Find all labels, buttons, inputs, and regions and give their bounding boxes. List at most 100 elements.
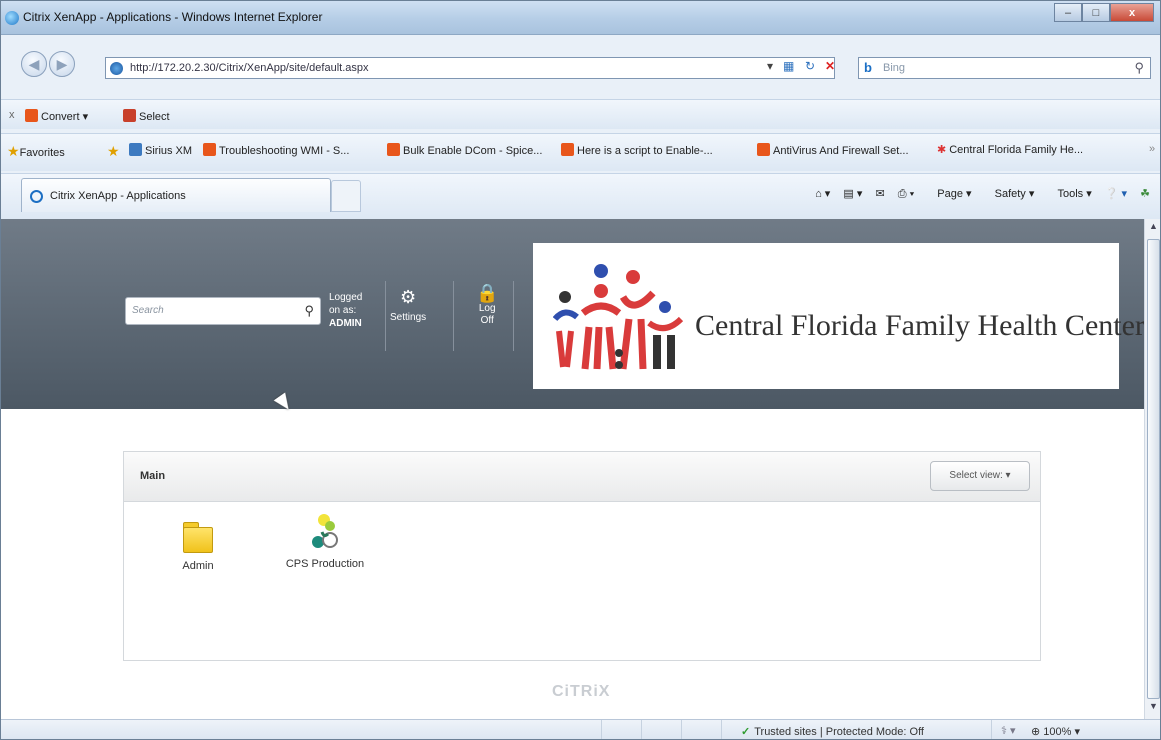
search-icon[interactable]: ⚲ <box>1134 60 1144 76</box>
settings-button[interactable]: ⚙ Settings <box>390 287 426 323</box>
favorite-link-script[interactable]: Here is a script to Enable-... <box>561 143 713 157</box>
mail-icon[interactable]: ✉ <box>875 188 884 200</box>
status-divider <box>641 720 642 739</box>
search-icon[interactable]: ⚲ <box>304 303 314 319</box>
select-button[interactable]: Select <box>123 109 170 123</box>
add-favorite-icon[interactable]: ★ <box>107 143 120 160</box>
citrix-logo: CiTRiX <box>552 683 611 700</box>
tab-page-icon <box>30 190 43 203</box>
organization-logo: Central Florida Family Health Center <box>533 243 1144 389</box>
search-box[interactable]: b Bing ⚲ <box>858 57 1151 79</box>
page-icon <box>110 62 123 75</box>
window-controls: – □ x <box>1054 3 1154 23</box>
forward-button[interactable]: ▶ <box>49 51 75 77</box>
maximize-button[interactable]: □ <box>1082 3 1110 22</box>
address-url: http://172.20.2.30/Citrix/XenApp/site/de… <box>130 62 369 74</box>
print-icon[interactable]: ⎙ ▾ <box>898 188 914 200</box>
logoff-button[interactable]: 🔒 Log Off <box>476 284 498 327</box>
favorite-label: Bulk Enable DCom - Spice... <box>403 145 543 157</box>
protected-mode-icon[interactable]: ⚕ ▾ <box>1001 724 1016 737</box>
sirius-icon <box>129 143 142 156</box>
address-bar[interactable]: http://172.20.2.30/Citrix/XenApp/site/de… <box>105 57 835 79</box>
home-icon[interactable]: ⌂ ▾ <box>815 188 830 200</box>
zoom-control[interactable]: ⊕ 100% ▾ <box>1031 725 1080 738</box>
address-row: ◀ ▶ http://172.20.2.30/Citrix/XenApp/sit… <box>1 39 1160 95</box>
favorite-link-wmi[interactable]: Troubleshooting WMI - S... <box>203 143 349 157</box>
tab-citrix-applications[interactable]: Citrix XenApp - Applications <box>21 178 331 212</box>
spiceworks-icon <box>203 143 216 156</box>
applications-header: Main Select view: ▾ <box>124 452 1040 502</box>
favorite-label: AntiVirus And Firewall Set... <box>773 145 909 157</box>
logged-line2: on as: <box>329 305 357 316</box>
title-bar: Citrix XenApp - Applications - Windows I… <box>1 1 1160 35</box>
minimize-button[interactable]: – <box>1054 3 1082 22</box>
pdf-toolbar: x Convert ▾ Select <box>1 99 1160 129</box>
favorite-link-antivirus[interactable]: AntiVirus And Firewall Set... <box>757 143 909 157</box>
family-logo-icon <box>553 264 684 370</box>
refresh-icon[interactable]: ↻ <box>805 59 815 73</box>
app-admin[interactable]: Admin <box>168 522 228 572</box>
zoom-icon: ⊕ <box>1031 726 1041 738</box>
favorite-link-sirius[interactable]: Sirius XM <box>129 143 192 157</box>
select-label: Select <box>139 111 170 123</box>
tools-menu[interactable]: Tools ▾ <box>1047 188 1091 200</box>
scroll-thumb[interactable] <box>1147 239 1160 699</box>
page-menu-label: Page <box>937 188 963 200</box>
browser-window: Citrix XenApp - Applications - Windows I… <box>0 0 1161 740</box>
feeds-icon[interactable]: ▤ ▾ <box>843 188 862 200</box>
scroll-up-icon[interactable]: ▲ <box>1146 221 1160 237</box>
favorite-link-cffhc[interactable]: ✱ Central Florida Family He... <box>937 143 1083 156</box>
favorite-label: Here is a script to Enable-... <box>577 145 713 157</box>
favorite-label: Sirius XM <box>145 145 193 157</box>
page-menu[interactable]: Page ▾ <box>927 188 971 200</box>
site-search-placeholder: Search <box>132 305 164 316</box>
app-cps-production[interactable]: CPS Production <box>282 514 368 570</box>
status-divider <box>991 720 992 739</box>
back-button[interactable]: ◀ <box>21 51 47 77</box>
logoff-line1: Log <box>478 303 496 314</box>
spiceworks-icon <box>757 143 770 156</box>
site-search-input[interactable]: Search ⚲ <box>125 297 321 325</box>
favorites-label: Favorites <box>19 147 65 159</box>
security-zone-label: Trusted sites | Protected Mode: Off <box>754 726 924 738</box>
compatibility-icon[interactable]: ▦ <box>783 59 794 73</box>
select-view-button[interactable]: Select view: ▾ <box>930 461 1030 491</box>
bing-icon: b <box>864 60 872 75</box>
zoom-level: 100% <box>1043 726 1072 738</box>
logged-line1: Logged <box>329 292 363 303</box>
tools-menu-label: Tools <box>1057 188 1084 200</box>
vertical-scrollbar[interactable]: ▲ ▼ <box>1144 219 1160 719</box>
username: ADMIN <box>329 318 362 329</box>
security-zone[interactable]: ✓ Trusted sites | Protected Mode: Off <box>741 725 924 738</box>
convert-label: Convert <box>41 111 80 123</box>
logoff-line2: Off <box>480 315 494 326</box>
favorite-label: Troubleshooting WMI - S... <box>219 145 350 157</box>
app-label: Admin <box>182 560 214 572</box>
check-icon: ✓ <box>741 726 751 738</box>
help-icon[interactable]: ❔ ▾ <box>1105 188 1127 200</box>
favorites-overflow-icon[interactable]: » <box>1149 143 1155 155</box>
stop-icon[interactable]: ✕ <box>825 59 835 73</box>
safety-menu[interactable]: Safety ▾ <box>985 188 1035 200</box>
search-placeholder: Bing <box>883 62 906 74</box>
scroll-down-icon[interactable]: ▼ <box>1146 701 1160 717</box>
cffhc-icon: ✱ <box>937 144 947 156</box>
convert-icon <box>25 109 38 122</box>
ie-icon <box>5 11 19 25</box>
toolbar-close-icon[interactable]: x <box>9 109 15 121</box>
spiceworks-icon <box>387 143 400 156</box>
folder-icon <box>183 522 213 553</box>
favorite-label: Central Florida Family He... <box>949 144 1084 156</box>
convert-button[interactable]: Convert ▾ <box>25 109 88 123</box>
safety-menu-label: Safety <box>994 188 1026 200</box>
header-divider <box>385 281 386 351</box>
favorites-button[interactable]: ★Favorites <box>7 143 65 160</box>
address-dropdown-icon[interactable]: ▾ <box>767 59 773 73</box>
research-icon[interactable]: ☘ <box>1140 188 1150 200</box>
organization-name: Central Florida Family Health Center <box>695 309 1144 342</box>
new-tab-button[interactable] <box>331 180 361 212</box>
close-button[interactable]: x <box>1110 3 1154 22</box>
favorites-bar: ★Favorites ★ Sirius XM Troubleshooting W… <box>1 133 1160 171</box>
favorite-link-dcom[interactable]: Bulk Enable DCom - Spice... <box>387 143 542 157</box>
page-content: Search ⚲ Logged on as: ADMIN ⚙ Settings … <box>1 219 1144 719</box>
